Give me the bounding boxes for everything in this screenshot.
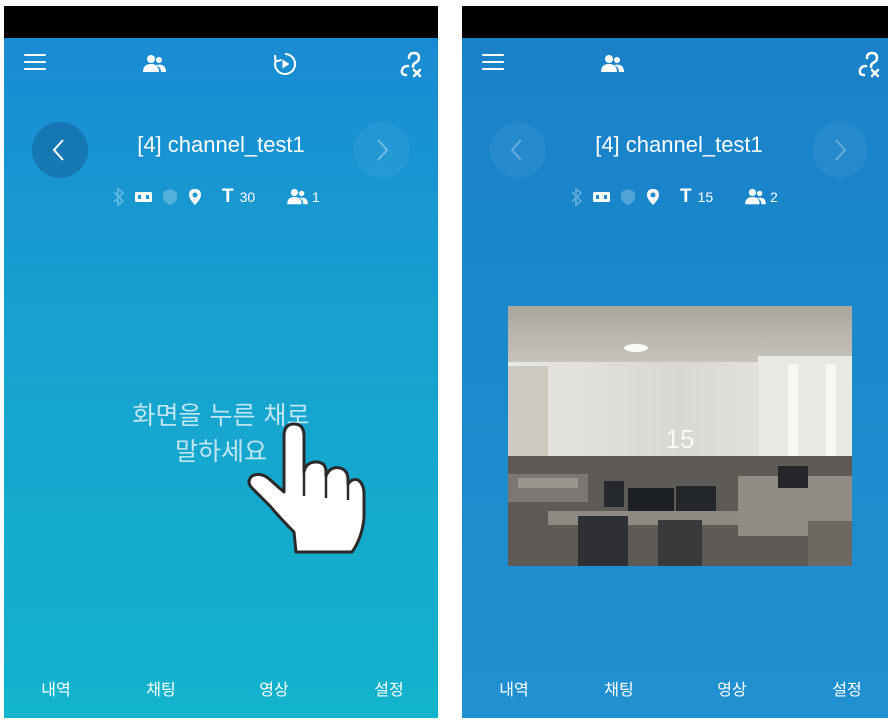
top-bar <box>462 38 888 98</box>
push-to-talk-hint[interactable]: 화면을 누른 채로 말하세요 <box>4 398 438 470</box>
hint-line-2: 말하세요 <box>174 437 267 466</box>
bluetooth-icon <box>112 186 126 208</box>
tab-chat[interactable]: 채팅 <box>121 676 201 700</box>
text-count: T 15 <box>680 186 713 208</box>
hint-line-1: 화면을 누른 채로 <box>132 401 310 430</box>
status-bar <box>462 6 888 38</box>
bluetooth-icon <box>570 186 584 208</box>
menu-icon[interactable] <box>482 54 504 72</box>
text-count-label: T <box>222 186 234 207</box>
video-frame-counter: 15 <box>665 424 695 454</box>
battery-icon <box>592 186 612 208</box>
users-icon <box>287 188 308 205</box>
bottom-navigation: 내역 채팅 영상 설정 <box>462 668 888 718</box>
shield-icon <box>162 186 178 208</box>
user-count: 2 <box>744 186 778 208</box>
tab-video[interactable]: 영상 <box>234 676 314 700</box>
user-count-value: 2 <box>770 189 778 205</box>
tab-settings[interactable]: 설정 <box>807 676 887 700</box>
unlink-icon[interactable] <box>394 50 424 80</box>
tab-settings[interactable]: 설정 <box>349 676 429 700</box>
shield-icon <box>620 186 636 208</box>
channel-status-row: T 30 1 <box>4 186 438 208</box>
tab-chat[interactable]: 채팅 <box>579 676 659 700</box>
tab-video[interactable]: 영상 <box>692 676 772 700</box>
text-count: T 30 <box>222 186 255 208</box>
users-icon <box>745 188 766 205</box>
location-icon <box>188 186 202 208</box>
replay-icon[interactable] <box>272 51 298 77</box>
hand-pointer-icon <box>236 414 366 558</box>
users-icon[interactable] <box>142 54 168 74</box>
user-count: 1 <box>286 186 320 208</box>
tab-history[interactable]: 내역 <box>16 676 96 700</box>
text-count-label: T <box>680 186 692 207</box>
text-count-value: 30 <box>239 189 256 205</box>
channel-title: [4] channel_test1 <box>137 132 305 157</box>
channel-status-row: T 15 2 <box>462 186 888 208</box>
phone-screen-left: [4] channel_test1 T 30 1 화면을 누른 채로 말하세요 <box>4 6 438 718</box>
location-icon <box>646 186 660 208</box>
tab-history[interactable]: 내역 <box>474 676 554 700</box>
unlink-icon[interactable] <box>852 50 882 80</box>
top-bar <box>4 38 438 98</box>
users-icon[interactable] <box>600 54 626 74</box>
status-bar <box>4 6 438 38</box>
text-count-value: 15 <box>697 189 714 205</box>
user-count-value: 1 <box>312 189 320 205</box>
menu-icon[interactable] <box>24 54 46 72</box>
battery-icon <box>134 186 154 208</box>
phone-screen-right: [4] channel_test1 T 15 2 15 내역 채팅 영상 설정 <box>462 6 888 718</box>
channel-title: [4] channel_test1 <box>595 132 763 157</box>
video-frame[interactable]: 15 <box>508 306 852 566</box>
bottom-navigation: 내역 채팅 영상 설정 <box>4 668 438 718</box>
